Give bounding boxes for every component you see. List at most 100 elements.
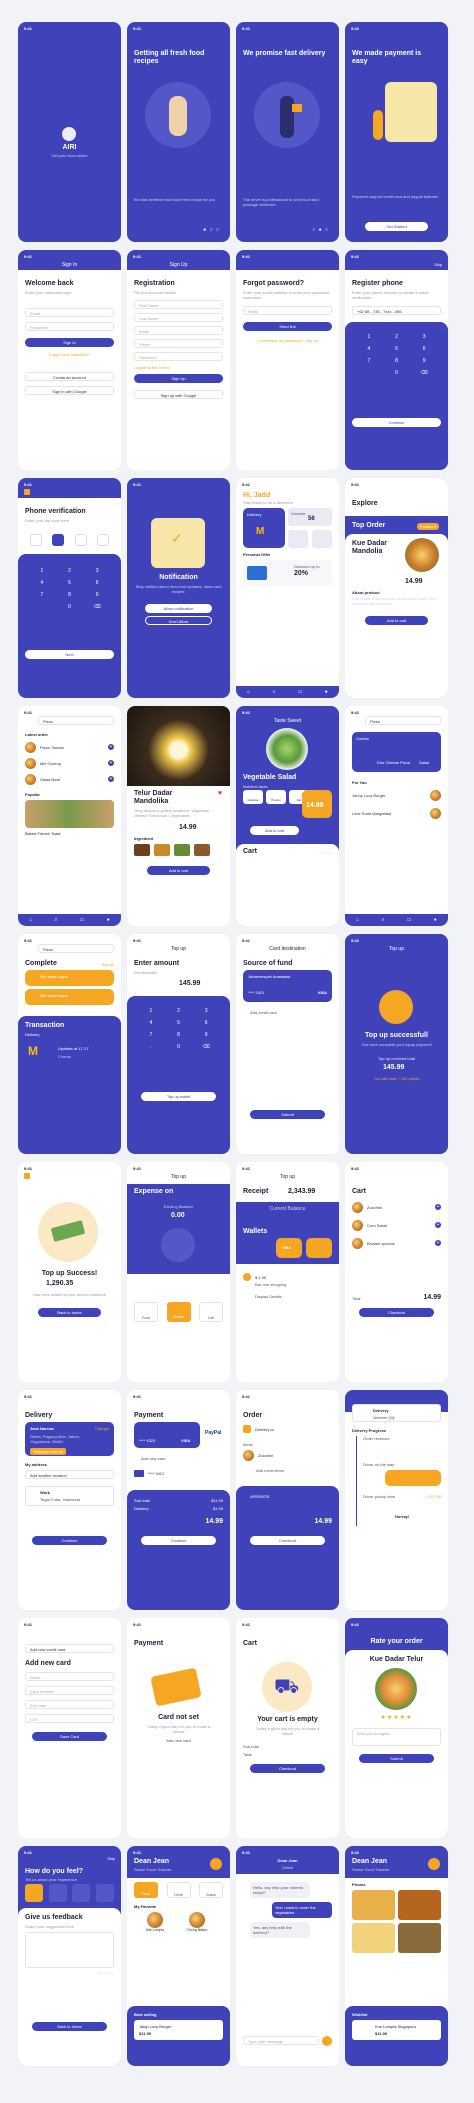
category-card[interactable] xyxy=(312,530,332,548)
back-icon[interactable] xyxy=(24,1173,30,1179)
message-input[interactable]: Type your message xyxy=(243,2036,319,2045)
otp-boxes[interactable] xyxy=(30,534,109,546)
search-icon[interactable]: ⌕ xyxy=(382,917,385,923)
numeric-keypad[interactable]: 1 2 3 4 5 6 7 8 9 0 ⌫ xyxy=(355,334,438,376)
tab-food[interactable]: Food xyxy=(134,1302,158,1322)
phone-field[interactable]: Phone xyxy=(134,339,223,348)
promo-code[interactable]: APERSOS xyxy=(250,1494,269,1499)
favorite-item[interactable]: Mie Lumpia xyxy=(141,1912,169,1932)
card-number-field[interactable]: Card Number xyxy=(25,1686,114,1695)
list-item[interactable]: Salad Bowl + xyxy=(25,772,114,786)
search-input[interactable]: Pizza xyxy=(38,944,114,953)
avatar[interactable] xyxy=(210,1858,222,1870)
cart-icon[interactable]: ▭ xyxy=(298,689,303,695)
paypal-option[interactable]: PayPal xyxy=(205,1430,221,1436)
checkout-button[interactable]: Checkout xyxy=(250,1536,325,1545)
list-item[interactable]: Jenny Lucy Burger xyxy=(352,788,441,802)
next-button[interactable]: Next xyxy=(25,650,114,659)
search-icon[interactable]: ⌕ xyxy=(55,917,58,923)
terms-checkbox[interactable]: I agree to the Terms xyxy=(134,365,170,370)
signin-link[interactable]: I remember my password? Sign in xyxy=(236,338,339,343)
cart-item[interactable]: Brussel sprouts + xyxy=(352,1236,441,1250)
send-link-button[interactable]: Send link xyxy=(243,322,332,331)
skip-link[interactable]: Skip xyxy=(434,262,442,267)
last-name-field[interactable]: Last Name xyxy=(134,313,223,322)
back-home-button[interactable]: Back to home xyxy=(38,1308,101,1317)
add-card-link[interactable]: Add credit card xyxy=(250,1010,277,1015)
add-items-link[interactable]: Add more items xyxy=(256,1468,284,1473)
save-card-button[interactable]: Save Card xyxy=(32,1732,107,1741)
search-input[interactable]: Pizza xyxy=(38,716,114,725)
avatar[interactable] xyxy=(428,1858,440,1870)
comment-field[interactable]: Add your thoughts... xyxy=(352,1728,441,1746)
list-item[interactable]: Lime Soda Margaritas xyxy=(352,806,441,820)
tab-cart[interactable]: Cart xyxy=(199,1302,223,1322)
send-icon[interactable] xyxy=(322,2036,332,2046)
credit-card[interactable] xyxy=(134,1422,200,1448)
add-to-cart-button[interactable]: Add to cart xyxy=(147,866,210,875)
order-card[interactable] xyxy=(25,970,114,986)
order-card[interactable] xyxy=(25,989,114,1005)
profile-icon[interactable]: ● xyxy=(434,917,437,923)
star-rating[interactable]: ★★★★★ xyxy=(345,1714,448,1721)
cart-item[interactable]: Zucchini + xyxy=(352,1200,441,1214)
home-icon[interactable]: ⌂ xyxy=(356,917,359,923)
password-field[interactable]: Password xyxy=(25,322,114,331)
wishlist-card[interactable] xyxy=(352,2020,441,2040)
delivery-to-row[interactable]: Delivery to xyxy=(243,1422,332,1436)
favorite-item[interactable]: Cheng Bakso xyxy=(183,1912,211,1932)
continue-button[interactable]: Continue xyxy=(352,418,441,427)
first-name-field[interactable]: First Name xyxy=(134,300,223,309)
skip-link[interactable]: Skip xyxy=(107,1856,115,1861)
popular-image[interactable] xyxy=(25,800,114,828)
cvv-field[interactable]: CVV xyxy=(25,1714,114,1723)
cart-icon[interactable]: ▭ xyxy=(407,917,412,923)
checkout-button[interactable]: Checkout xyxy=(359,1308,434,1317)
continue-button[interactable]: Continue xyxy=(141,1536,216,1545)
wallet-card[interactable] xyxy=(306,1238,332,1258)
tab-food[interactable]: Food xyxy=(134,1882,158,1898)
home-icon[interactable]: ⌂ xyxy=(247,689,250,695)
submit-button[interactable]: Submit xyxy=(359,1754,434,1763)
profile-icon[interactable]: ● xyxy=(325,689,328,695)
exp-date-field[interactable]: Exp Date xyxy=(25,1700,114,1709)
add-to-cart-button[interactable]: Add to cart xyxy=(365,616,428,625)
saved-card-row[interactable]: **** 3421 xyxy=(134,1466,223,1480)
list-item[interactable]: Pizza Tomato + xyxy=(25,740,114,754)
checkout-button[interactable]: Checkout xyxy=(250,1764,325,1773)
create-account-button[interactable]: Create an account xyxy=(25,372,114,381)
add-card-link[interactable]: Add new card xyxy=(127,1738,230,1743)
signin-button[interactable]: Sign In xyxy=(25,338,114,347)
favorite-icon[interactable]: ♥ xyxy=(218,790,222,797)
email-field[interactable]: Email xyxy=(243,306,332,315)
cart-icon[interactable]: ▭ xyxy=(80,917,85,923)
add-card-link[interactable]: Add new card xyxy=(141,1456,165,1461)
tab-drink[interactable]: Drink xyxy=(166,1882,191,1898)
numeric-keypad[interactable]: 1 2 3 4 5 6 7 8 9 0 ⌫ xyxy=(28,568,111,610)
search-input[interactable]: Pizza xyxy=(365,716,441,725)
password-field[interactable]: Password xyxy=(134,352,223,361)
see-all-link[interactable]: See All xyxy=(102,962,114,967)
back-home-button[interactable]: Back to home xyxy=(32,2022,107,2031)
back-icon[interactable] xyxy=(24,489,30,495)
signup-button[interactable]: Sign Up xyxy=(134,374,223,383)
phone-field[interactable]: +62 88 - 735 - 7xxx - 456 xyxy=(352,306,441,315)
cart-item[interactable]: Corn Santo + xyxy=(352,1218,441,1232)
driver-card[interactable] xyxy=(385,1470,441,1486)
feedback-field[interactable] xyxy=(25,1932,114,1968)
continue-button[interactable]: Continue xyxy=(32,1536,107,1545)
work-address-card[interactable] xyxy=(25,1486,114,1506)
search-icon[interactable]: ⌕ xyxy=(273,689,276,695)
topup-wallet-button[interactable]: Top up wallet xyxy=(141,1092,216,1101)
tab-snack[interactable]: Snack xyxy=(199,1882,223,1898)
best-item-card[interactable] xyxy=(134,2020,223,2040)
allow-notification-button[interactable]: Allow notification xyxy=(145,604,212,613)
add-card-banner[interactable]: Add new credit card xyxy=(25,1644,114,1653)
home-icon[interactable]: ⌂ xyxy=(29,917,32,923)
change-link[interactable]: Change xyxy=(95,1426,109,1431)
tab-drinks[interactable]: Drinks xyxy=(166,1302,191,1322)
profile-icon[interactable]: ● xyxy=(107,917,110,923)
forgot-password-link[interactable]: Forgot your password? xyxy=(18,352,121,357)
category-card[interactable] xyxy=(288,530,308,548)
display-details-link[interactable]: Display Details xyxy=(255,1294,281,1299)
